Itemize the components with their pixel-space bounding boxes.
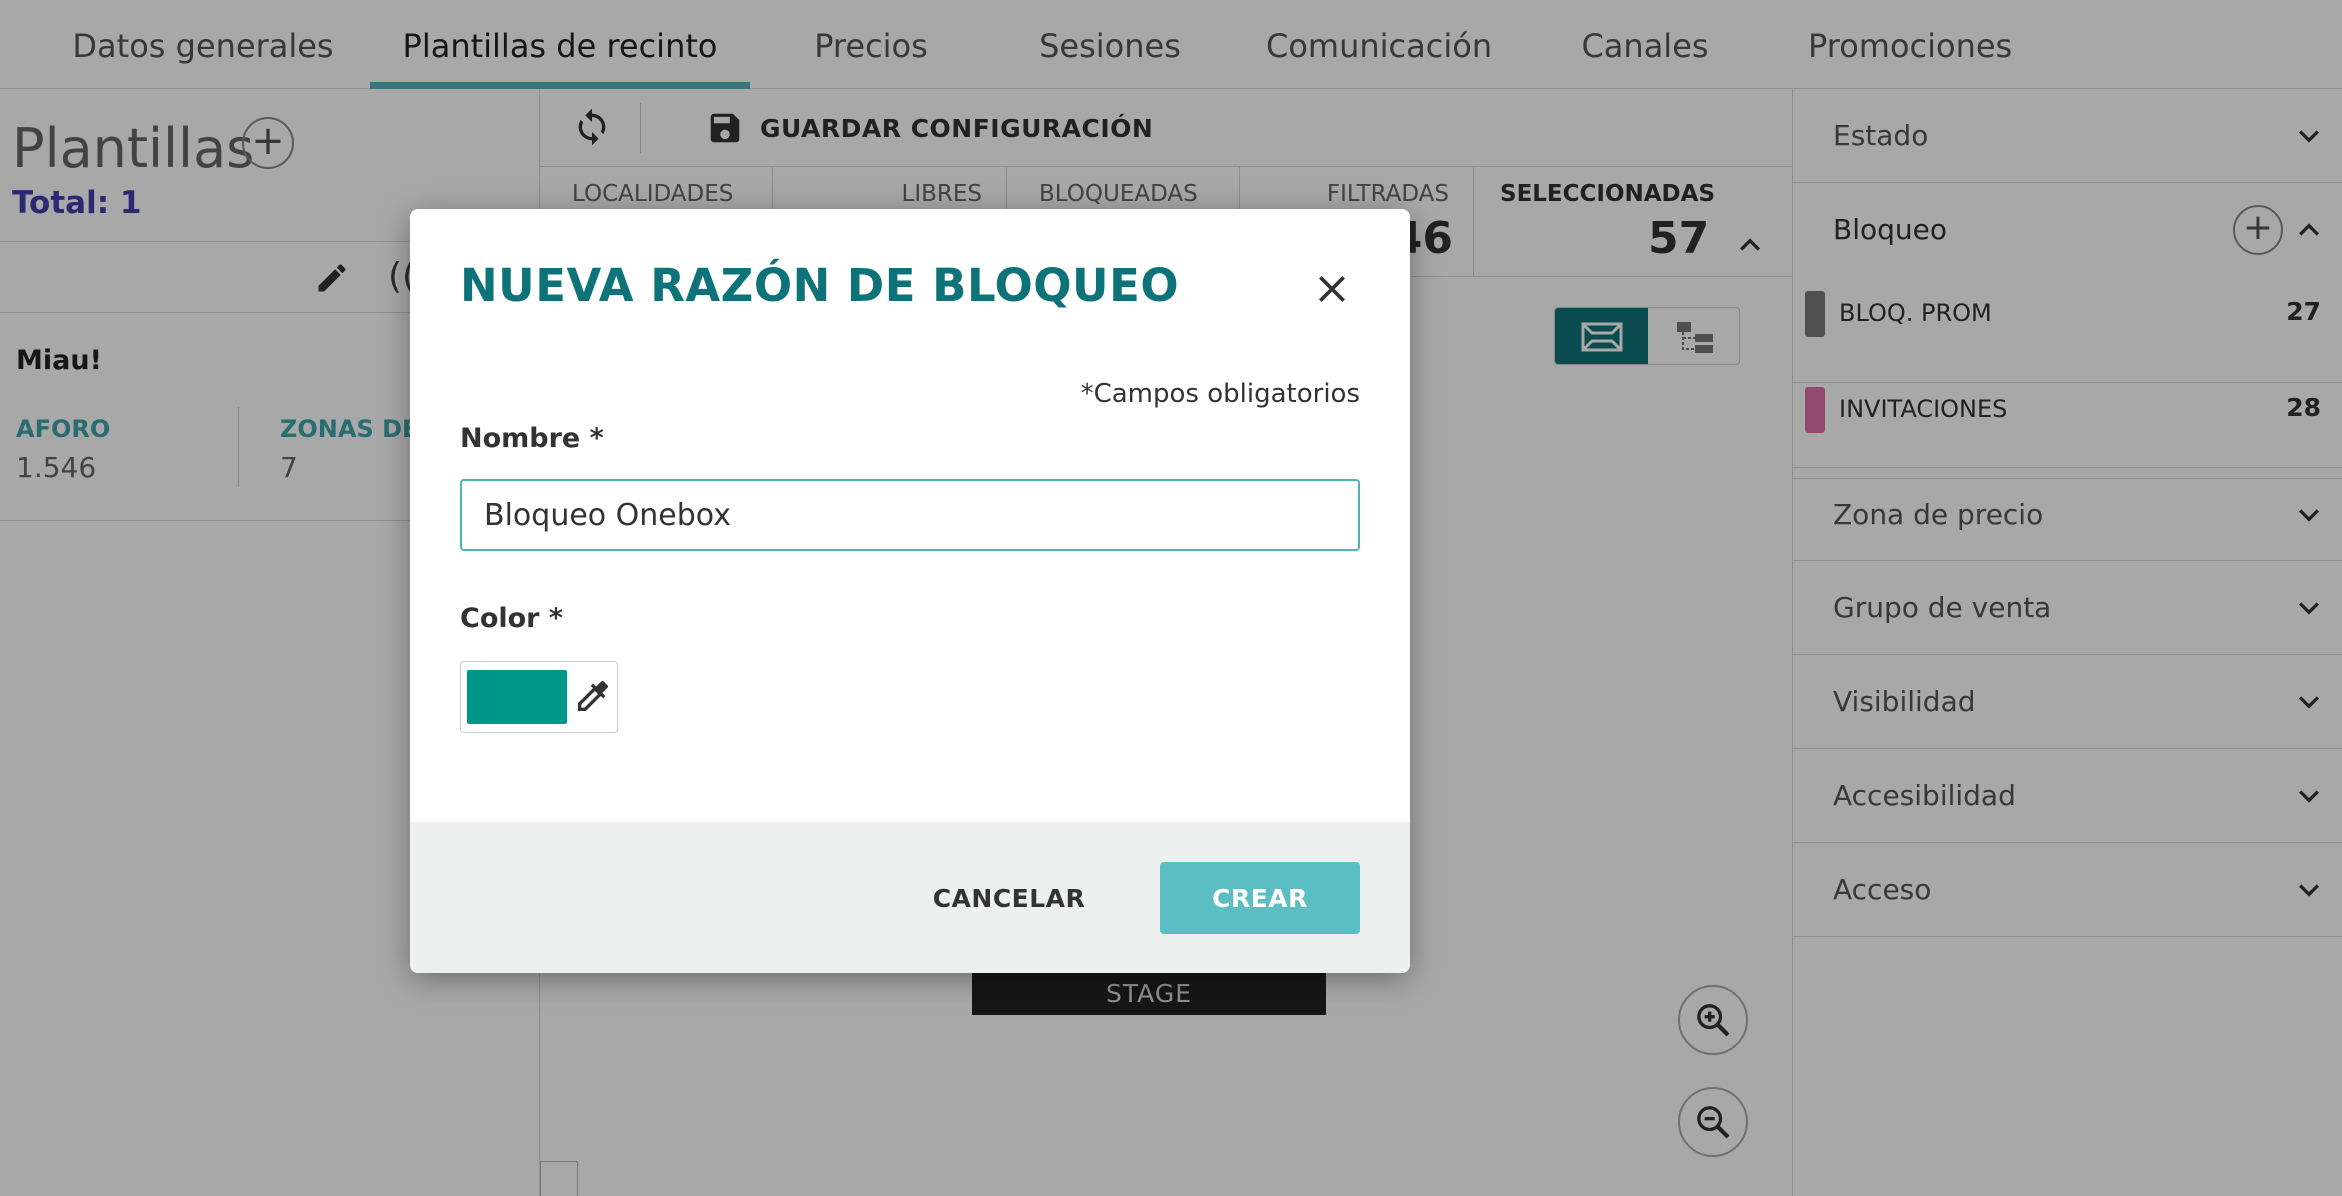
dialog-footer: CANCELAR CREAR bbox=[410, 822, 1410, 973]
eyedropper-icon[interactable] bbox=[573, 676, 613, 716]
create-button[interactable]: CREAR bbox=[1160, 862, 1360, 934]
color-picker[interactable] bbox=[460, 661, 618, 733]
color-field-label: Color * bbox=[460, 603, 564, 634]
close-icon[interactable] bbox=[1312, 269, 1352, 309]
required-fields-note: *Campos obligatorios bbox=[1080, 379, 1360, 409]
name-field-label: Nombre * bbox=[460, 423, 604, 454]
new-block-reason-dialog: NUEVA RAZÓN DE BLOQUEO *Campos obligator… bbox=[410, 209, 1410, 973]
dialog-title: NUEVA RAZÓN DE BLOQUEO bbox=[460, 259, 1180, 312]
color-swatch[interactable] bbox=[467, 670, 567, 724]
name-input[interactable] bbox=[460, 479, 1360, 551]
cancel-button[interactable]: CANCELAR bbox=[926, 862, 1092, 934]
